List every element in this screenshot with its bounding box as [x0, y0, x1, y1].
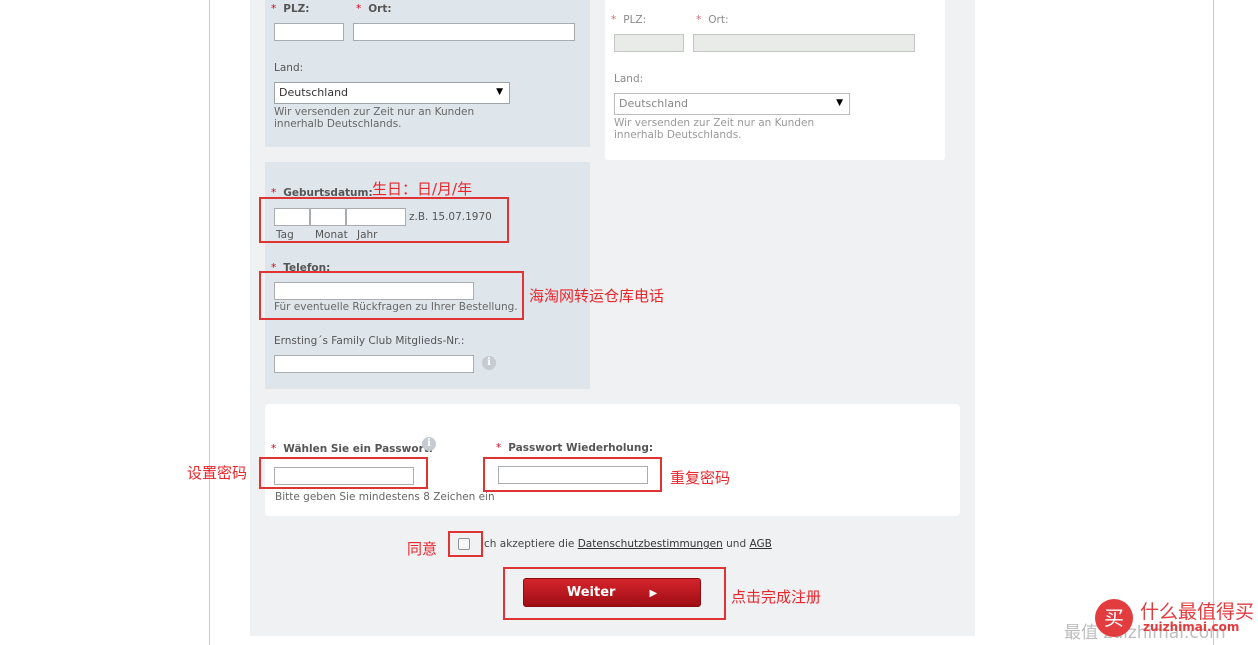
left-border — [209, 0, 210, 645]
delivery-ort-label: * Ort: — [696, 14, 729, 26]
club-number-label: Ernsting´s Family Club Mitglieds-Nr.: — [274, 335, 465, 347]
agb-link[interactable]: AGB — [749, 538, 771, 550]
checkbox-highlight-box — [448, 531, 483, 557]
delivery-land-hint: Wir versenden zur Zeit nur an Kunden inn… — [614, 117, 815, 141]
plz-label: * PLZ: — [271, 3, 310, 15]
telefon-highlight-box — [259, 271, 524, 320]
info-icon[interactable]: i — [482, 356, 496, 370]
birthday-annotation: 生日：日/月/年 — [372, 180, 473, 198]
club-number-input[interactable] — [274, 355, 474, 373]
privacy-link[interactable]: Datenschutzbestimmungen — [578, 538, 723, 550]
birthdate-highlight-box — [259, 197, 509, 243]
button-highlight-box — [503, 567, 726, 620]
repeat-password-highlight-box — [483, 457, 662, 492]
land-hint: Wir versenden zur Zeit nur an Kunden inn… — [274, 106, 475, 130]
land-select[interactable]: Deutschland ▼ — [274, 82, 510, 104]
delivery-land-label: Land: — [614, 73, 644, 85]
password-label: * Wählen Sie ein Passwort: — [271, 443, 433, 455]
agree-annotation: 同意 — [407, 540, 438, 558]
finish-annotation: 点击完成注册 — [731, 588, 822, 606]
password-hint: Bitte geben Sie mindestens 8 Zeichen ein — [275, 491, 495, 503]
right-border — [1213, 0, 1214, 645]
ort-input[interactable] — [353, 23, 575, 41]
site-url: zuizhimai.com — [1143, 620, 1240, 634]
repeat-password-annotation: 重复密码 — [670, 469, 731, 487]
land-label: Land: — [274, 62, 304, 74]
set-password-annotation: 设置密码 — [187, 464, 248, 482]
info-icon[interactable]: i — [422, 437, 436, 451]
ort-label: * Ort: — [356, 3, 392, 15]
delivery-plz-input[interactable] — [614, 34, 684, 52]
logo-icon: 买 — [1095, 599, 1133, 637]
phone-annotation: 海淘网转运仓库电话 — [529, 287, 665, 305]
dropdown-arrow-icon: ▼ — [836, 98, 843, 108]
password-highlight-box — [259, 457, 428, 489]
delivery-ort-input[interactable] — [693, 34, 915, 52]
repeat-password-label: * Passwort Wiederholung: — [496, 442, 654, 454]
plz-input[interactable] — [274, 23, 344, 41]
dropdown-arrow-icon: ▼ — [496, 87, 503, 97]
consent-text: ch akzeptiere die Datenschutzbestimmunge… — [484, 538, 772, 550]
delivery-plz-label: * PLZ: — [611, 14, 647, 26]
delivery-land-select[interactable]: Deutschland ▼ — [614, 93, 850, 115]
